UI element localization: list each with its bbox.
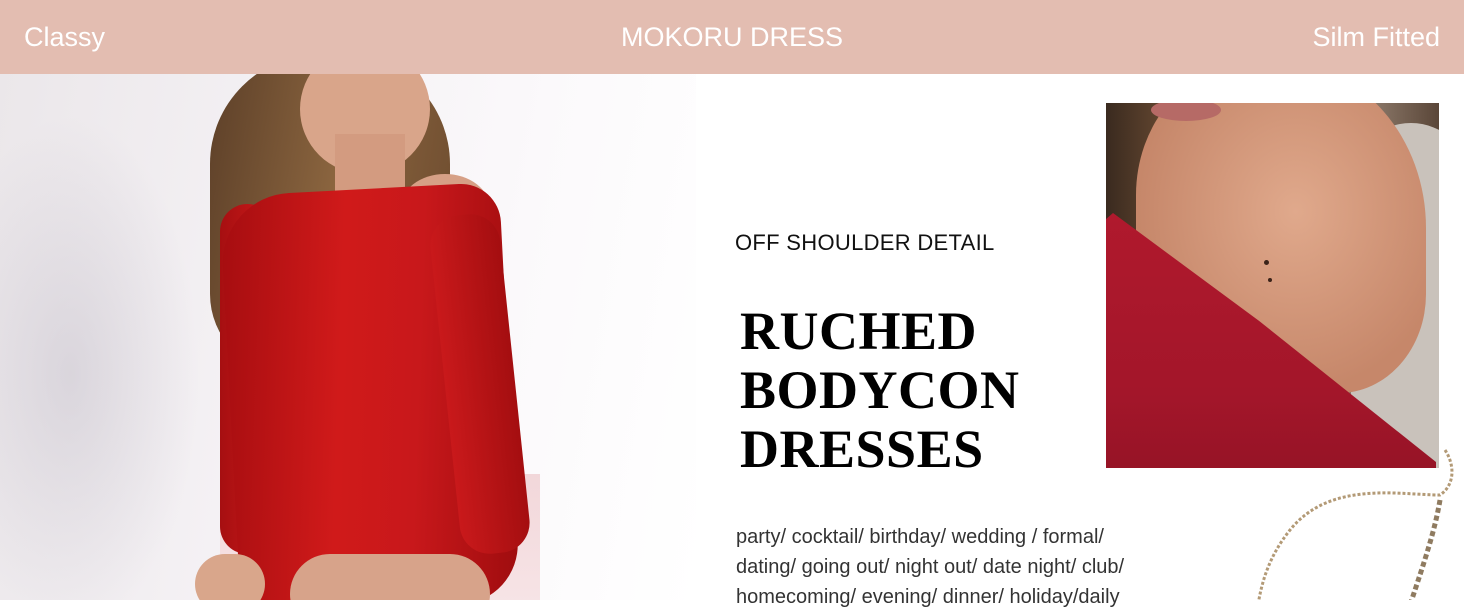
headline-line: BODYCON [740,360,1020,420]
banner-brand-title: MOKORU DRESS [620,22,844,52]
occasion-list: party/ cocktail/ birthday/ wedding / for… [736,522,1156,612]
hero-model-legs [290,554,490,600]
occasion-line: party/ cocktail/ birthday/ wedding / for… [736,526,1104,548]
feature-subtitle: OFF SHOULDER DETAIL [735,230,995,255]
detail-beauty-mark [1264,260,1269,265]
gold-necklace-decoration [1257,449,1454,600]
shoulder-detail-image [1106,103,1439,468]
hero-background-shadow [0,114,200,600]
feature-headline: RUCHED BODYCON DRESSES [740,302,1100,479]
occasion-line: homecoming/ evening/ dinner/ holiday/dai… [736,586,1120,608]
detail-beauty-mark [1268,278,1272,282]
occasion-line: dating/ going out/ night out/ date night… [736,556,1125,578]
hero-model-hand [195,554,265,600]
model-hero-image [0,74,696,600]
banner-right-label: Silm Fitted [1312,22,1440,52]
headline-line: RUCHED [740,301,978,361]
headline-line: DRESSES [740,419,984,479]
top-banner: Classy MOKORU DRESS Silm Fitted [0,0,1464,74]
